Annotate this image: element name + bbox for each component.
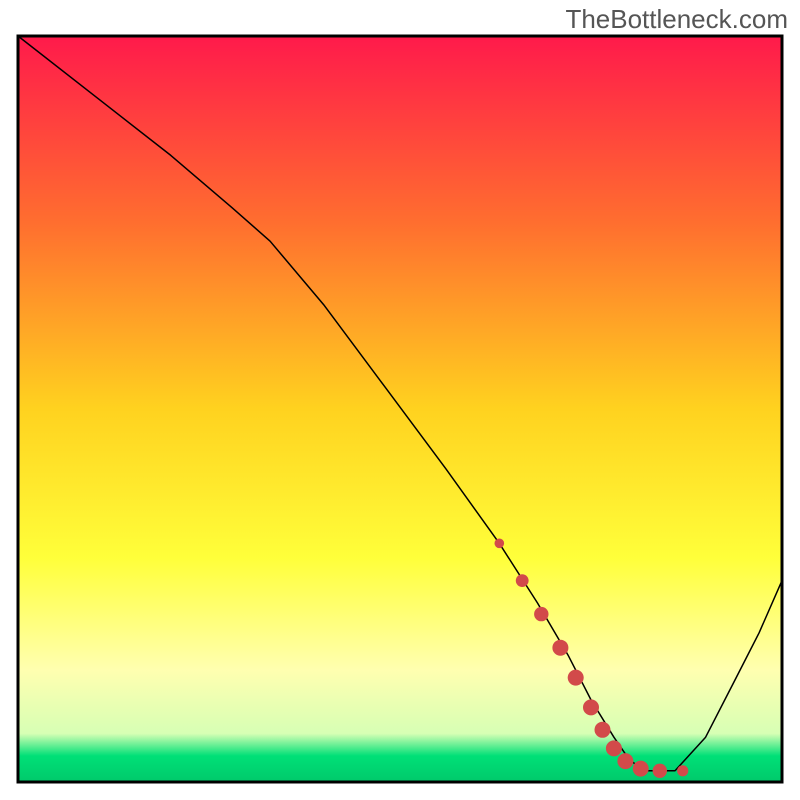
highlight-dot	[606, 740, 622, 756]
highlight-dot	[552, 640, 568, 656]
highlight-dot	[568, 670, 584, 686]
highlight-dot	[516, 574, 529, 587]
highlight-dot	[653, 764, 667, 778]
watermark-text: TheBottleneck.com	[565, 4, 788, 35]
highlight-dot	[495, 539, 505, 549]
chart-frame: TheBottleneck.com	[0, 0, 800, 800]
highlight-dot	[677, 765, 688, 776]
highlight-dot	[633, 761, 649, 777]
plot-background	[18, 36, 782, 782]
highlight-dot	[534, 607, 548, 621]
highlight-dot	[617, 753, 633, 769]
highlight-dot	[583, 699, 599, 715]
bottleneck-chart	[0, 0, 800, 800]
highlight-dot	[595, 722, 611, 738]
